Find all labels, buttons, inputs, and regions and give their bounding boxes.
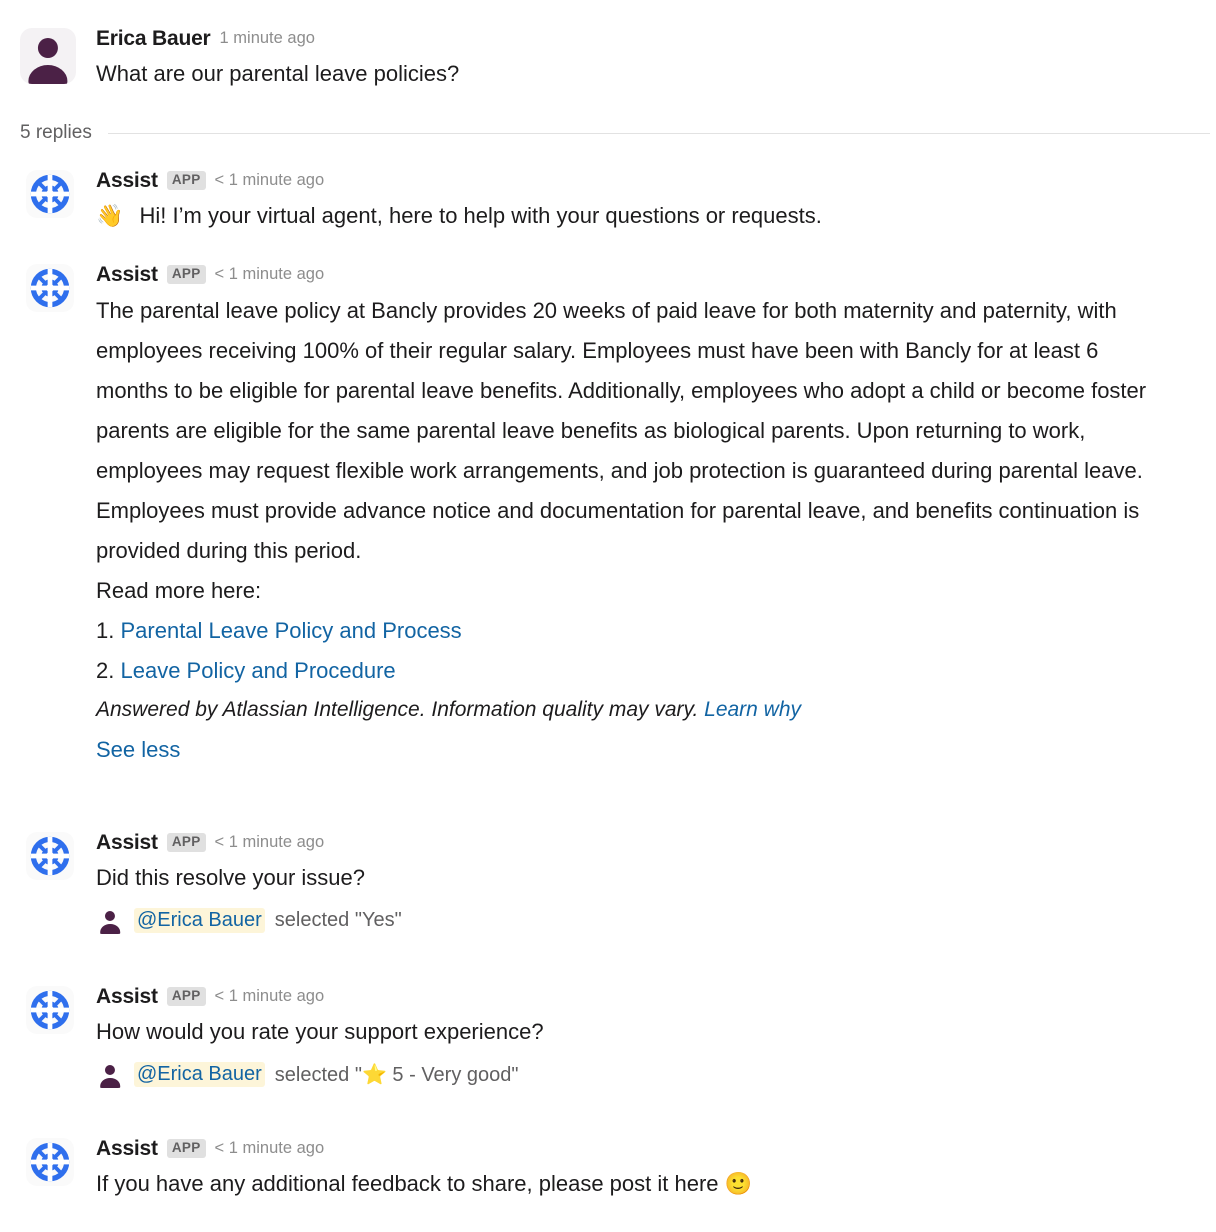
see-less-button[interactable]: See less xyxy=(96,730,1196,770)
message-content: Assist APP < 1 minute ago The parental l… xyxy=(96,264,1196,770)
user-mention[interactable]: @Erica Bauer xyxy=(134,907,265,933)
message-timestamp[interactable]: < 1 minute ago xyxy=(215,834,325,851)
avatar-head-shape xyxy=(104,1065,116,1076)
selected-option-row: @Erica Bauer selected "⭐ 5 - Very good" xyxy=(96,1060,1196,1088)
message-content: Assist APP < 1 minute ago If you have an… xyxy=(96,1138,1196,1200)
user-avatar-icon xyxy=(96,906,124,934)
message-gutter xyxy=(26,986,96,1034)
message-header: Assist APP < 1 minute ago xyxy=(96,170,1196,191)
wave-emoji: 👋 xyxy=(96,203,124,228)
message-header: Assist APP < 1 minute ago xyxy=(96,264,1196,285)
replies-count-label[interactable]: 5 replies xyxy=(20,122,92,144)
source-list-item: 1. Parental Leave Policy and Process xyxy=(96,611,1196,651)
app-badge: APP xyxy=(166,171,206,190)
reply-message-greeting: Assist APP < 1 minute ago 👋 Hi! I’m your… xyxy=(26,170,1196,232)
star-emoji: ⭐ xyxy=(361,1063,387,1086)
message-text: Did this resolve your issue? xyxy=(96,865,366,890)
message-content: Assist APP < 1 minute ago Did this resol… xyxy=(96,832,1196,934)
slightly-smiling-face-emoji: 🙂 xyxy=(724,1171,753,1196)
reply-message-resolve: Assist APP < 1 minute ago Did this resol… xyxy=(26,832,1196,934)
app-badge: APP xyxy=(166,1139,206,1158)
message-content: Assist APP < 1 minute ago How would you … xyxy=(96,986,1196,1088)
message-text: Hi! I’m your virtual agent, here to help… xyxy=(139,203,822,228)
reply-message-rating: Assist APP < 1 minute ago How would you … xyxy=(26,986,1196,1088)
avatar-body-shape xyxy=(100,1078,120,1088)
life-ring-icon[interactable] xyxy=(26,1138,74,1186)
message-gutter xyxy=(20,28,96,84)
user-mention[interactable]: @Erica Bauer xyxy=(134,1061,265,1087)
avatar-head-shape xyxy=(37,38,59,59)
life-ring-icon[interactable] xyxy=(26,832,74,880)
life-ring-icon[interactable] xyxy=(26,986,74,1034)
user-avatar-icon[interactable] xyxy=(20,28,76,84)
sender-name[interactable]: Assist xyxy=(96,264,158,285)
message-text: What are our parental leave policies? xyxy=(96,61,460,86)
source-number: 1. xyxy=(96,618,115,644)
message-header: Assist APP < 1 minute ago xyxy=(96,832,1196,853)
selection-text: selected "Yes" xyxy=(274,908,402,931)
app-badge: APP xyxy=(166,987,206,1006)
divider-line xyxy=(107,132,1210,134)
sender-name[interactable]: Assist xyxy=(96,986,158,1007)
message-header: Assist APP < 1 minute ago xyxy=(96,1138,1196,1159)
message-content: Erica Bauer 1 minute ago What are our pa… xyxy=(96,28,1200,90)
read-more-label: Read more here: xyxy=(96,578,262,604)
replies-divider: 5 replies xyxy=(20,122,1210,144)
selection-text-after: 5 - Very good" xyxy=(386,1063,519,1086)
avatar-head-shape xyxy=(104,911,116,922)
source-link[interactable]: Leave Policy and Procedure xyxy=(120,658,395,683)
message-content: Assist APP < 1 minute ago 👋 Hi! I’m your… xyxy=(96,170,1196,232)
message-text: If you have any additional feedback to s… xyxy=(96,1171,725,1196)
sender-name[interactable]: Erica Bauer xyxy=(96,28,211,49)
reply-message-feedback: Assist APP < 1 minute ago If you have an… xyxy=(26,1138,1196,1200)
selection-text: selected "⭐ 5 - Very good" xyxy=(275,1062,519,1087)
source-list-item: 2. Leave Policy and Procedure xyxy=(96,651,1196,691)
app-badge: APP xyxy=(166,833,206,852)
avatar-body-shape xyxy=(28,64,68,84)
message-timestamp[interactable]: < 1 minute ago xyxy=(215,266,325,283)
message-gutter xyxy=(26,264,96,312)
message-header: Erica Bauer 1 minute ago xyxy=(96,28,1200,49)
message-header: Assist APP < 1 minute ago xyxy=(96,986,1196,1007)
message-gutter xyxy=(26,832,96,880)
message-text: How would you rate your support experien… xyxy=(96,1019,544,1044)
root-message: Erica Bauer 1 minute ago What are our pa… xyxy=(20,28,1200,90)
selection-text-before: selected " xyxy=(274,1063,362,1086)
message-gutter xyxy=(26,1138,96,1186)
message-timestamp[interactable]: 1 minute ago xyxy=(220,30,315,47)
life-ring-icon[interactable] xyxy=(26,170,74,218)
avatar-body-shape xyxy=(100,924,120,934)
learn-why-link[interactable]: Learn why xyxy=(704,698,801,721)
reply-message-answer: Assist APP < 1 minute ago The parental l… xyxy=(26,264,1196,770)
life-ring-icon[interactable] xyxy=(26,264,74,312)
message-timestamp[interactable]: < 1 minute ago xyxy=(215,1140,325,1157)
source-number: 2. xyxy=(96,658,115,684)
source-link[interactable]: Parental Leave Policy and Process xyxy=(120,618,461,643)
sender-name[interactable]: Assist xyxy=(96,832,158,853)
message-timestamp[interactable]: < 1 minute ago xyxy=(215,172,325,189)
slack-thread-view: Erica Bauer 1 minute ago What are our pa… xyxy=(0,0,1216,1232)
user-avatar-icon xyxy=(96,1060,124,1088)
message-text-row: 👋 Hi! I’m your virtual agent, here to he… xyxy=(96,199,1196,232)
ai-attribution-text: Answered by Atlassian Intelligence. Info… xyxy=(96,698,699,722)
message-timestamp[interactable]: < 1 minute ago xyxy=(215,988,325,1005)
answer-body-text: The parental leave policy at Bancly prov… xyxy=(96,298,1147,564)
ai-attribution: Answered by Atlassian Intelligence. Info… xyxy=(96,691,1196,729)
message-text-row: If you have any additional feedback to s… xyxy=(96,1167,1196,1200)
selected-option-row: @Erica Bauer selected "Yes" xyxy=(96,906,1196,934)
app-badge: APP xyxy=(166,265,206,284)
sender-name[interactable]: Assist xyxy=(96,1138,158,1159)
sender-name[interactable]: Assist xyxy=(96,170,158,191)
message-gutter xyxy=(26,170,96,218)
